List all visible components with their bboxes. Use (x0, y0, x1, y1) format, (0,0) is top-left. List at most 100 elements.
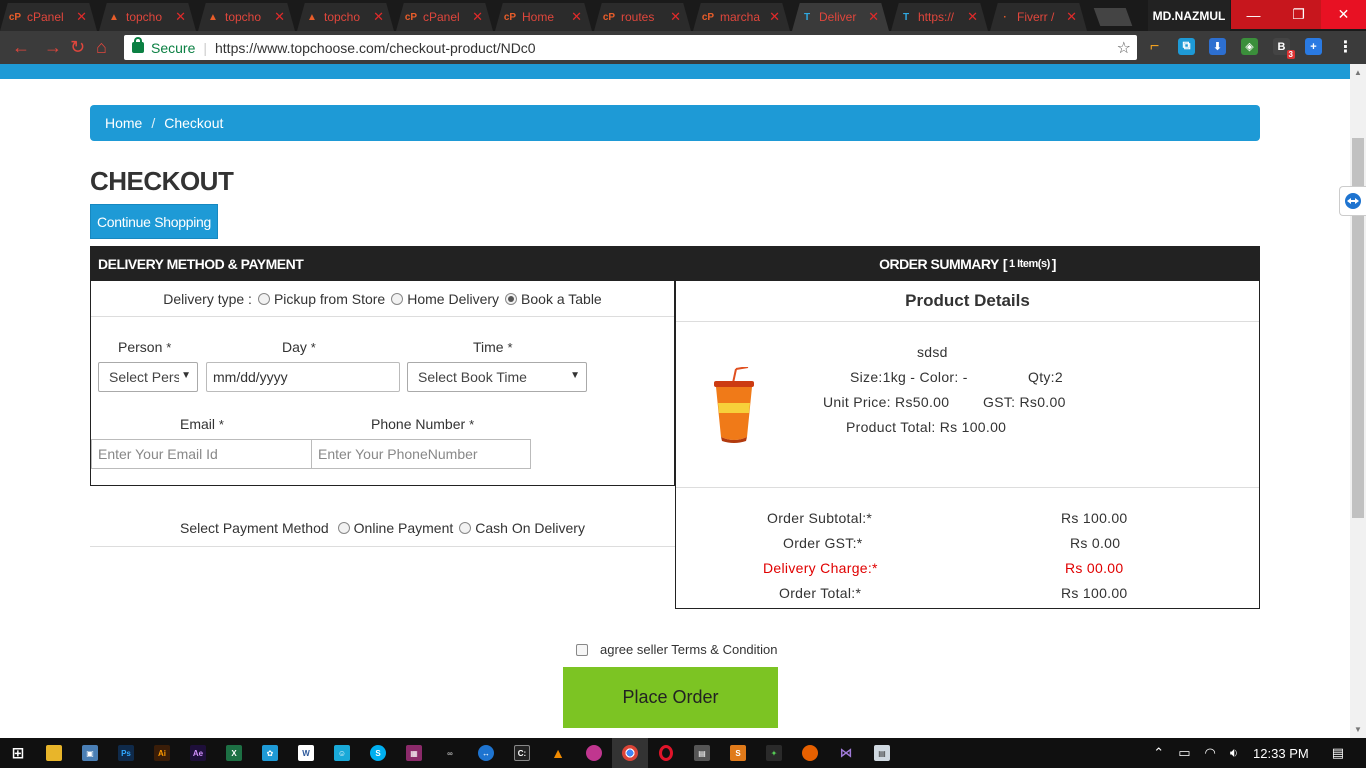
opera-icon[interactable] (648, 738, 684, 768)
close-icon[interactable]: ✕ (76, 9, 87, 25)
radio-book-table[interactable] (505, 292, 518, 305)
new-tab-button[interactable] (1093, 8, 1133, 26)
secure-label: Secure (151, 39, 196, 56)
browser-tab[interactable]: ▲ topcho ✕ (198, 3, 295, 31)
volume-icon[interactable]: 🔉︎ (1230, 745, 1238, 761)
after-effects-icon[interactable]: Ae (180, 738, 216, 768)
app-icon[interactable]: ✦ (756, 738, 792, 768)
skype-icon[interactable]: S (360, 738, 396, 768)
radio-cash-on-delivery[interactable] (459, 522, 472, 534)
fiverr-icon: · (1003, 11, 1007, 23)
close-icon[interactable]: ✕ (670, 9, 681, 25)
action-center-icon[interactable]: ▤ (1332, 745, 1344, 761)
extension-icon[interactable]: B3 (1273, 38, 1295, 59)
wifi-icon[interactable]: ◠ (1205, 745, 1216, 761)
option-pickup-label[interactable]: Pickup from Store (274, 291, 385, 307)
breadcrumb-home-link[interactable]: Home (105, 115, 142, 131)
app-icon[interactable]: ▤ (864, 738, 900, 768)
app-icon[interactable]: ▤ (684, 738, 720, 768)
forward-icon[interactable]: → (44, 37, 62, 58)
close-icon[interactable]: ✕ (472, 9, 483, 25)
subtotal-value: Rs 100.00 (1061, 510, 1128, 526)
firefox-icon[interactable] (792, 738, 828, 768)
app-icon[interactable]: ▣ (72, 738, 108, 768)
close-window-button[interactable]: ✕ (1321, 0, 1366, 29)
winrar-icon[interactable]: ▦ (396, 738, 432, 768)
windows-start-icon[interactable]: ⊞ (0, 738, 36, 768)
minimize-button[interactable]: — (1231, 0, 1276, 29)
photoshop-icon[interactable]: Ps (108, 738, 144, 768)
teamviewer-taskbar-icon[interactable]: ↔ (468, 738, 504, 768)
command-prompt-icon[interactable]: C: (504, 738, 540, 768)
radio-pickup[interactable] (257, 292, 270, 305)
word-icon[interactable]: W (288, 738, 324, 768)
browser-tab[interactable]: cP marcha ✕ (693, 3, 790, 31)
radio-home-delivery[interactable] (391, 292, 404, 305)
radio-online-payment[interactable] (337, 522, 350, 534)
app-icon[interactable]: ✿ (252, 738, 288, 768)
continue-shopping-button[interactable]: Continue Shopping (90, 204, 218, 239)
place-order-button[interactable]: Place Order (563, 667, 778, 728)
browser-tab[interactable]: cP Home ✕ (495, 3, 592, 31)
option-book-table-label[interactable]: Book a Table (521, 291, 602, 307)
close-icon[interactable]: ✕ (769, 9, 780, 25)
extension-icon[interactable]: ◈ (1241, 38, 1258, 55)
file-explorer-icon[interactable] (36, 738, 72, 768)
time-select[interactable]: Select Book Time ▼ (407, 362, 587, 392)
close-icon[interactable]: ✕ (967, 9, 978, 25)
menu-icon[interactable]: ⋮ (1337, 38, 1354, 56)
close-icon[interactable]: ✕ (571, 9, 582, 25)
phone-field[interactable]: Enter Your PhoneNumber (311, 439, 531, 469)
option-online-payment-label[interactable]: Online Payment (354, 520, 454, 536)
close-icon[interactable]: ✕ (373, 9, 384, 25)
app-icon[interactable]: ∞ (432, 738, 468, 768)
option-home-delivery-label[interactable]: Home Delivery (407, 291, 499, 307)
illustrator-icon[interactable]: Ai (144, 738, 180, 768)
browser-tab[interactable]: Thttps://✕ (891, 3, 988, 31)
add-extension-icon[interactable]: + (1305, 38, 1322, 55)
browser-tab[interactable]: cP cPanel ✕ (396, 3, 493, 31)
chrome-icon[interactable] (612, 738, 648, 768)
app-icon[interactable]: ☺ (324, 738, 360, 768)
close-icon[interactable]: ✕ (274, 9, 285, 25)
reload-icon[interactable]: ↻ (70, 37, 85, 58)
gst-label: Order GST:* (783, 535, 863, 551)
terms-label[interactable]: agree seller Terms & Condition (600, 642, 778, 657)
email-field[interactable]: Enter Your Email Id (91, 439, 312, 469)
browser-tab[interactable]: ▲ topcho ✕ (297, 3, 394, 31)
extension-icon[interactable]: ⌐ (1146, 38, 1163, 55)
app-icon[interactable] (576, 738, 612, 768)
close-icon[interactable]: ✕ (868, 9, 879, 25)
excel-icon[interactable]: X (216, 738, 252, 768)
browser-tab[interactable]: cP cPanel ✕ (0, 3, 97, 31)
bookmark-star-icon[interactable]: ☆ (1117, 38, 1131, 58)
extension-icon[interactable]: ⧉ (1178, 38, 1195, 55)
close-icon[interactable]: ✕ (175, 9, 186, 25)
restore-button[interactable]: ❐ (1276, 0, 1321, 29)
sublime-icon[interactable]: S (720, 738, 756, 768)
close-icon[interactable]: ✕ (1066, 9, 1077, 25)
url-text[interactable]: https://www.topchoose.com/checkout-produ… (215, 40, 536, 56)
teamviewer-widget[interactable] (1339, 186, 1366, 216)
clock-time[interactable]: 12:33 PM (1253, 746, 1309, 761)
home-icon[interactable]: ⌂ (96, 37, 107, 58)
page-scrollbar[interactable]: ▲ ▼ (1350, 64, 1366, 738)
visual-studio-icon[interactable]: ⋈ (828, 738, 864, 768)
terms-checkbox[interactable] (576, 643, 588, 656)
person-select[interactable]: Select Person▼ (98, 362, 198, 392)
option-cod-label[interactable]: Cash On Delivery (475, 520, 585, 536)
browser-tab[interactable]: ▲ topcho ✕ (99, 3, 196, 31)
chevron-up-icon[interactable]: ⌃ (1153, 745, 1164, 761)
scroll-down-icon[interactable]: ▼ (1354, 725, 1362, 734)
browser-tab-active[interactable]: T Deliver ✕ (792, 3, 889, 31)
back-icon[interactable]: ← (12, 37, 30, 58)
address-bar[interactable]: Secure | https://www.topchoose.com/check… (124, 35, 1137, 60)
vlc-icon[interactable]: ▲ (540, 738, 576, 768)
battery-icon[interactable]: ▭ (1178, 745, 1190, 761)
day-input[interactable]: mm/dd/yyyy (206, 362, 400, 392)
profile-name[interactable]: MD.NAZMUL (1148, 0, 1230, 31)
download-icon[interactable]: ⬇ (1209, 38, 1226, 55)
scroll-up-icon[interactable]: ▲ (1354, 68, 1362, 77)
browser-tab[interactable]: · Fiverr / ✕ (990, 3, 1087, 31)
browser-tab[interactable]: cP routes ✕ (594, 3, 691, 31)
